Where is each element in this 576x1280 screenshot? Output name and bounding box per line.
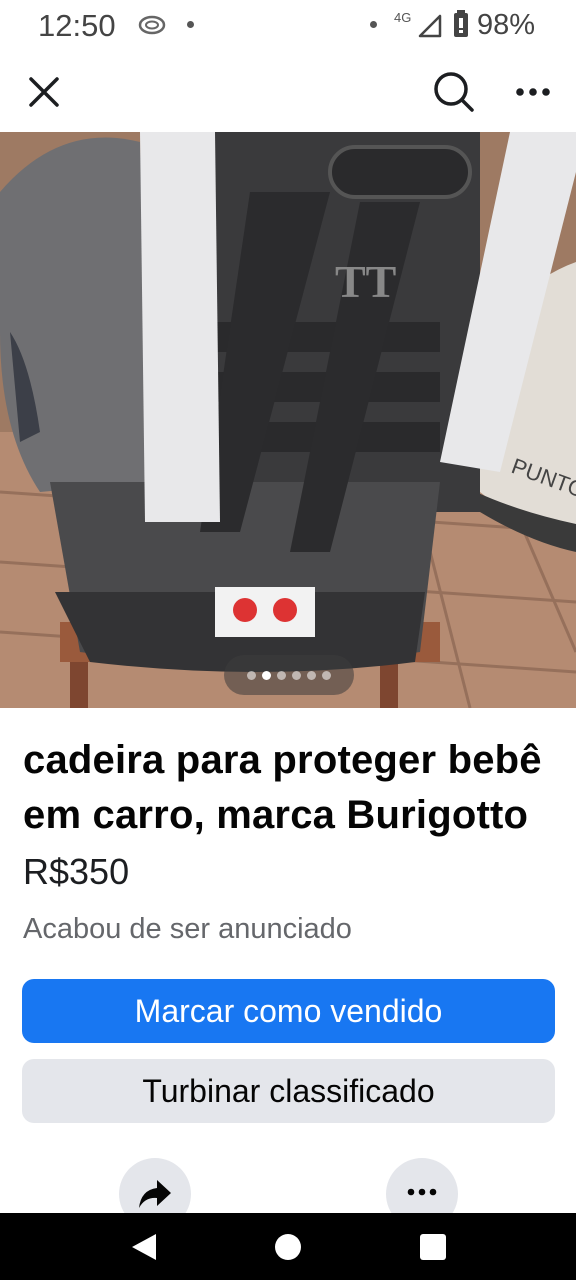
search-icon <box>434 72 474 112</box>
pager-dot <box>307 670 316 680</box>
pager-dot-active <box>262 670 271 680</box>
listing-title: cadeira para proteger bebê em carro, mar… <box>23 738 542 837</box>
status-bar: 12:50 4G 98% <box>0 0 576 52</box>
listing-status: Acabou de ser anunciado <box>23 913 352 945</box>
pager-dot <box>292 670 301 680</box>
pager-dot <box>277 670 286 680</box>
pager-dot <box>247 670 256 680</box>
battery-icon <box>454 10 468 37</box>
product-photo[interactable]: PUNTO TT <box>0 132 576 708</box>
svg-text:TT: TT <box>335 256 396 307</box>
close-icon <box>29 77 59 107</box>
mark-as-sold-button[interactable]: Marcar como vendido <box>22 979 555 1043</box>
more-icon <box>516 88 550 96</box>
back-triangle-icon <box>132 1233 156 1260</box>
search-button[interactable] <box>426 64 482 120</box>
home-button[interactable] <box>248 1213 328 1280</box>
recents-button[interactable] <box>393 1213 473 1280</box>
share-icon <box>139 1180 171 1208</box>
notification-dot-icon <box>187 21 194 28</box>
network-type: 4G <box>394 10 412 25</box>
more-icon <box>407 1188 437 1196</box>
top-app-bar <box>0 52 576 132</box>
car-seat-image: PUNTO TT <box>0 132 576 708</box>
back-button[interactable] <box>104 1213 184 1280</box>
status-time: 12:50 <box>38 8 116 43</box>
notification-app-icon <box>138 15 166 35</box>
home-circle-icon <box>275 1233 301 1260</box>
listing-price: R$350 <box>23 851 130 892</box>
system-navigation-bar <box>0 1213 576 1280</box>
boost-listing-button[interactable]: Turbinar classificado <box>22 1059 555 1123</box>
battery-percent: 98% <box>477 9 536 41</box>
more-options-button[interactable] <box>505 64 561 120</box>
signal-icon <box>418 14 442 38</box>
close-button[interactable] <box>16 64 72 120</box>
recents-square-icon <box>420 1233 446 1260</box>
pager-dot <box>322 670 331 680</box>
photo-pager <box>224 655 354 695</box>
status-dot-icon <box>370 21 377 28</box>
